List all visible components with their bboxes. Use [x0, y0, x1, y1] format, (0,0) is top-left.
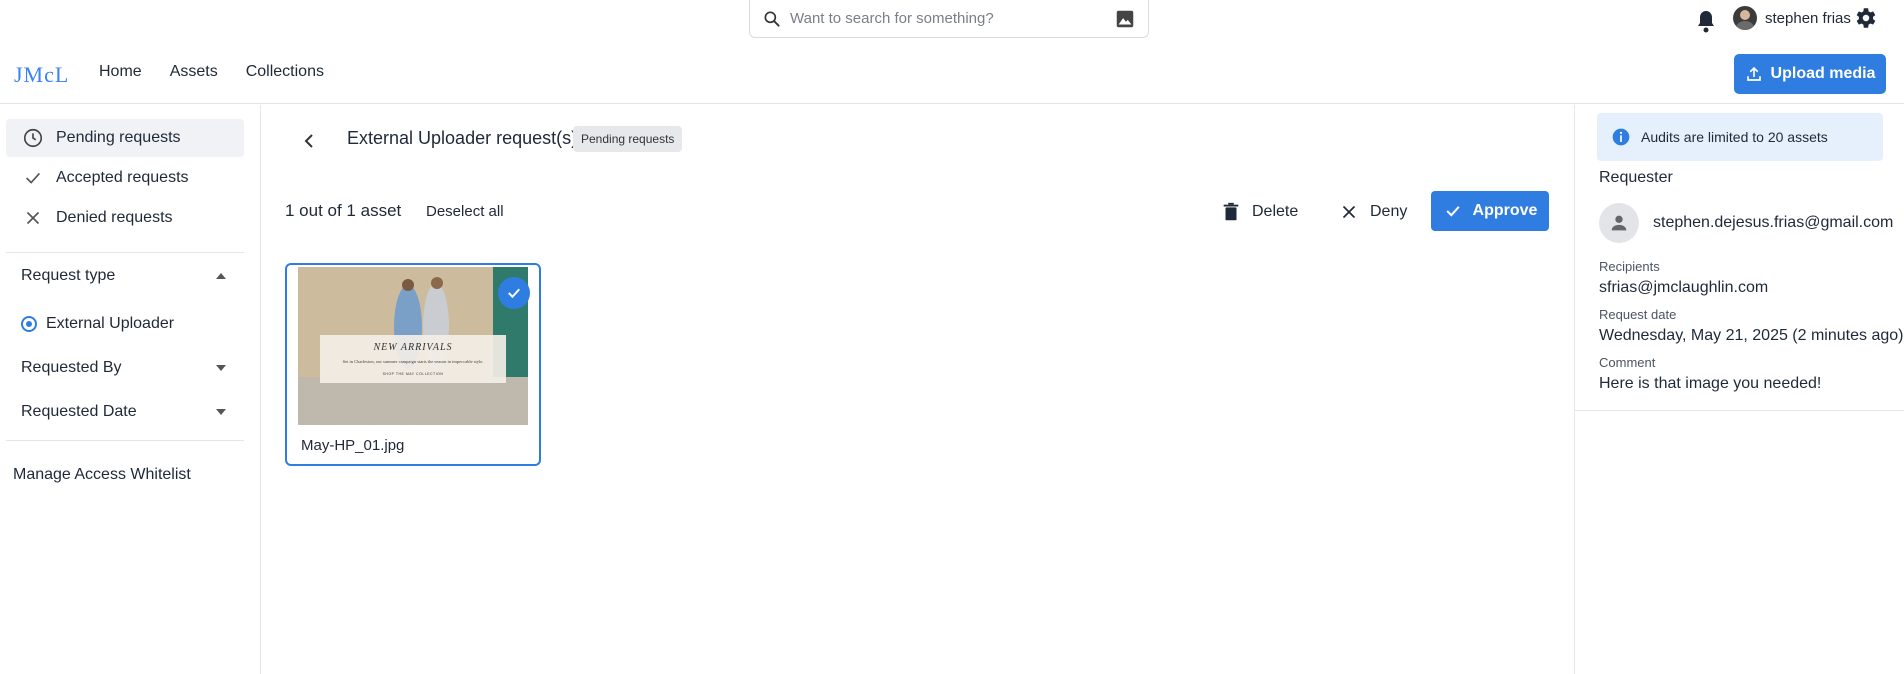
approve-label: Approve: [1472, 202, 1538, 219]
sidebar: Pending requests Accepted requests Denie…: [0, 105, 261, 674]
gear-icon[interactable]: [1852, 5, 1878, 31]
main-nav: Home Assets Collections: [99, 63, 324, 81]
recipients-label: Recipients: [1599, 259, 1660, 274]
trash-icon: [1223, 202, 1239, 221]
person-icon: [1611, 215, 1627, 231]
asset-file-name: May-HP_01.jpg: [301, 437, 405, 454]
sidebar-item-pending[interactable]: Pending requests: [6, 119, 244, 157]
image-search-icon[interactable]: [1114, 8, 1136, 30]
request-date-value: Wednesday, May 21, 2025 (2 minutes ago): [1599, 327, 1904, 344]
radio-selected-icon[interactable]: [21, 316, 37, 332]
info-banner: Audits are limited to 20 assets: [1597, 113, 1883, 161]
manage-access-whitelist-link[interactable]: Manage Access Whitelist: [13, 466, 191, 484]
close-icon: [1342, 205, 1356, 219]
chevron-left-icon[interactable]: [300, 131, 320, 151]
filter-label: Request type: [21, 267, 116, 284]
chevron-up-icon: [216, 273, 226, 279]
filter-requested-by[interactable]: Requested By: [21, 359, 226, 377]
comment-label: Comment: [1599, 355, 1656, 370]
user-menu[interactable]: stephen frias: [1733, 6, 1851, 30]
radio-external-uploader[interactable]: External Uploader: [21, 315, 174, 333]
status-badge: Pending requests: [573, 126, 683, 152]
sidebar-item-label: Pending requests: [56, 129, 181, 146]
asset-image: NEW ARRIVALS Set in Charleston, our summ…: [298, 267, 528, 425]
requester-email: stephen.dejesus.frias@gmail.com: [1653, 214, 1894, 231]
deselect-all-button[interactable]: Deselect all: [426, 203, 504, 220]
nav-assets[interactable]: Assets: [170, 63, 218, 81]
info-text: Audits are limited to 20 assets: [1641, 129, 1828, 145]
logo-text: JMcL: [14, 62, 70, 87]
sidebar-item-denied[interactable]: Denied requests: [6, 199, 244, 237]
info-icon: [1612, 128, 1630, 146]
sidebar-item-label: Accepted requests: [56, 169, 189, 186]
chevron-down-icon: [216, 365, 226, 371]
filter-label: Requested Date: [21, 403, 137, 420]
nav-collections[interactable]: Collections: [246, 63, 324, 81]
recipients-value: sfrias@jmclaughlin.com: [1599, 279, 1769, 296]
delete-button[interactable]: Delete: [1220, 201, 1298, 223]
filter-request-type[interactable]: Request type: [21, 267, 226, 285]
avatar: [1599, 203, 1639, 243]
deny-label: Deny: [1370, 203, 1408, 220]
page-title: External Uploader request(s): [347, 128, 578, 148]
details-panel: Audits are limited to 20 assets Requeste…: [1574, 105, 1904, 674]
user-name: stephen frias: [1765, 9, 1851, 27]
nav-home[interactable]: Home: [99, 63, 142, 81]
requester-heading: Requester: [1599, 169, 1673, 186]
main-content: External Uploader request(s) Pending req…: [262, 105, 1574, 674]
sidebar-item-label: Denied requests: [56, 209, 173, 226]
approve-button[interactable]: Approve: [1431, 191, 1549, 231]
requester-row: stephen.dejesus.frias@gmail.com: [1599, 203, 1893, 243]
close-icon: [26, 211, 40, 225]
filter-requested-date[interactable]: Requested Date: [21, 403, 226, 421]
asset-card[interactable]: NEW ARRIVALS Set in Charleston, our summ…: [285, 263, 541, 466]
asset-thumbnail: NEW ARRIVALS Set in Charleston, our summ…: [298, 267, 528, 425]
upload-icon: [1746, 66, 1761, 81]
search-bar[interactable]: [749, 0, 1149, 38]
divider: [6, 440, 244, 441]
delete-label: Delete: [1252, 203, 1299, 220]
top-bar: stephen frias JMcL Home Assets Collectio…: [0, 0, 1904, 104]
chevron-down-icon: [216, 409, 226, 415]
upload-label: Upload media: [1770, 65, 1876, 82]
comment-value: Here is that image you needed!: [1599, 375, 1822, 392]
image-headline: NEW ARRIVALS: [372, 342, 452, 353]
check-icon: [25, 172, 41, 184]
filter-label: Requested By: [21, 359, 122, 376]
upload-media-button[interactable]: Upload media: [1734, 54, 1886, 94]
brand-logo[interactable]: JMcL: [14, 62, 69, 88]
bell-icon[interactable]: [1694, 8, 1718, 34]
image-cta: SHOP THE MAY COLLECTION: [383, 372, 444, 376]
avatar: [1733, 6, 1757, 30]
radio-label: External Uploader: [46, 315, 175, 332]
divider: [1575, 410, 1904, 411]
divider: [6, 252, 244, 253]
search-icon: [764, 11, 780, 27]
deny-button[interactable]: Deny: [1338, 201, 1407, 223]
selected-check-icon[interactable]: [498, 277, 530, 309]
search-input[interactable]: [790, 6, 1090, 30]
request-date-label: Request date: [1599, 307, 1677, 322]
selection-count: 1 out of 1 asset: [285, 201, 402, 220]
clock-icon: [23, 128, 43, 148]
check-icon: [1446, 206, 1460, 217]
sidebar-item-accepted[interactable]: Accepted requests: [6, 159, 244, 197]
